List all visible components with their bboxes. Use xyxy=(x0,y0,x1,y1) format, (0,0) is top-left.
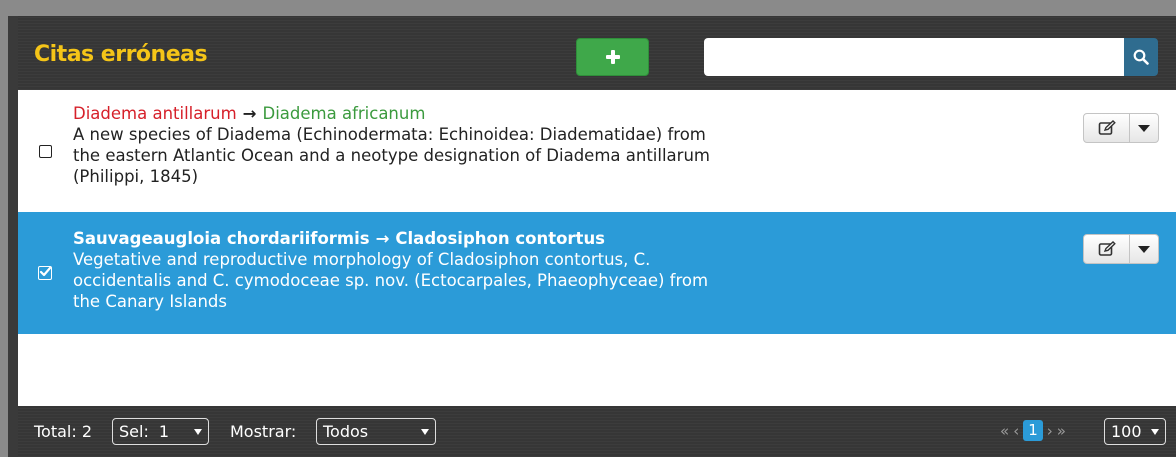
actions-dropdown-button[interactable] xyxy=(1130,114,1158,142)
caret-down-icon xyxy=(194,428,202,435)
plus-icon xyxy=(605,50,620,64)
panel-header: Citas erróneas xyxy=(18,16,1176,90)
per-page-value: 100 xyxy=(1111,422,1142,441)
search-icon xyxy=(1133,49,1149,65)
next-page-button[interactable]: › xyxy=(1047,422,1053,440)
show-filter-label: Mostrar: xyxy=(230,422,297,441)
list-item-content: Sauvageaugloia chordariiformis → Cladosiph… xyxy=(73,228,713,312)
pagination: « ‹ 1 › » xyxy=(1000,420,1066,441)
arrow-right-icon: → xyxy=(242,104,257,123)
current-page[interactable]: 1 xyxy=(1023,420,1043,441)
reference-text: Vegetative and reproductive morphology o… xyxy=(73,250,709,311)
per-page-select[interactable]: 100 xyxy=(1104,418,1166,445)
selection-dropdown[interactable]: Sel: 1 xyxy=(112,418,209,445)
caret-down-icon xyxy=(421,428,429,435)
edit-icon xyxy=(1098,120,1116,135)
row-checkbox[interactable] xyxy=(39,145,52,158)
show-filter-select[interactable]: Todos xyxy=(316,418,436,445)
name-change: Diadema antillarum → Diadema africanum xyxy=(73,103,713,124)
reference-text: A new species of Diadema (Echinodermata:… xyxy=(73,125,710,186)
panel-footer: Total: 2 Sel: 1 Mostrar: Todos « ‹ 1 › »… xyxy=(18,406,1176,457)
prev-page-button[interactable]: ‹ xyxy=(1013,422,1019,440)
caret-down-icon xyxy=(1138,124,1150,132)
name-change: Sauvageaugloia chordariiformis → Cladosiph… xyxy=(73,228,713,249)
first-page-button[interactable]: « xyxy=(1000,422,1009,440)
total-count: Total: 2 xyxy=(34,422,93,441)
edit-icon xyxy=(1098,241,1116,256)
edit-button[interactable] xyxy=(1084,235,1130,263)
caret-down-icon xyxy=(1151,428,1159,435)
search-input[interactable] xyxy=(704,38,1124,76)
list-item[interactable]: Diadema antillarum → Diadema africanum A n… xyxy=(18,90,1176,212)
old-name[interactable]: Sauvageaugloia chordariiformis xyxy=(73,229,370,248)
caret-down-icon xyxy=(1138,245,1150,253)
selection-value: 1 xyxy=(158,422,170,441)
arrow-right-icon: → xyxy=(375,229,390,248)
edit-button[interactable] xyxy=(1084,114,1130,142)
row-actions xyxy=(1083,234,1159,264)
add-button[interactable] xyxy=(576,38,649,76)
citas-erroneas-panel: Citas erróneas Diadema antillarum → Diadem… xyxy=(8,16,1176,457)
last-page-button[interactable]: » xyxy=(1057,422,1066,440)
new-name[interactable]: Cladosiphon contortus xyxy=(395,229,605,248)
selection-label: Sel: xyxy=(119,422,149,441)
list-item-content: Diadema antillarum → Diadema africanum A n… xyxy=(73,103,713,187)
new-name[interactable]: Diadema africanum xyxy=(263,104,426,123)
row-checkbox[interactable] xyxy=(38,266,52,280)
search-button[interactable] xyxy=(1124,38,1158,76)
list-item[interactable]: Sauvageaugloia chordariiformis → Cladosiph… xyxy=(18,212,1176,334)
checkmark-icon xyxy=(39,266,51,277)
page-title: Citas erróneas xyxy=(34,42,208,67)
show-filter-value: Todos xyxy=(323,422,369,441)
old-name[interactable]: Diadema antillarum xyxy=(73,104,237,123)
actions-dropdown-button[interactable] xyxy=(1130,235,1158,263)
row-actions xyxy=(1083,113,1159,143)
